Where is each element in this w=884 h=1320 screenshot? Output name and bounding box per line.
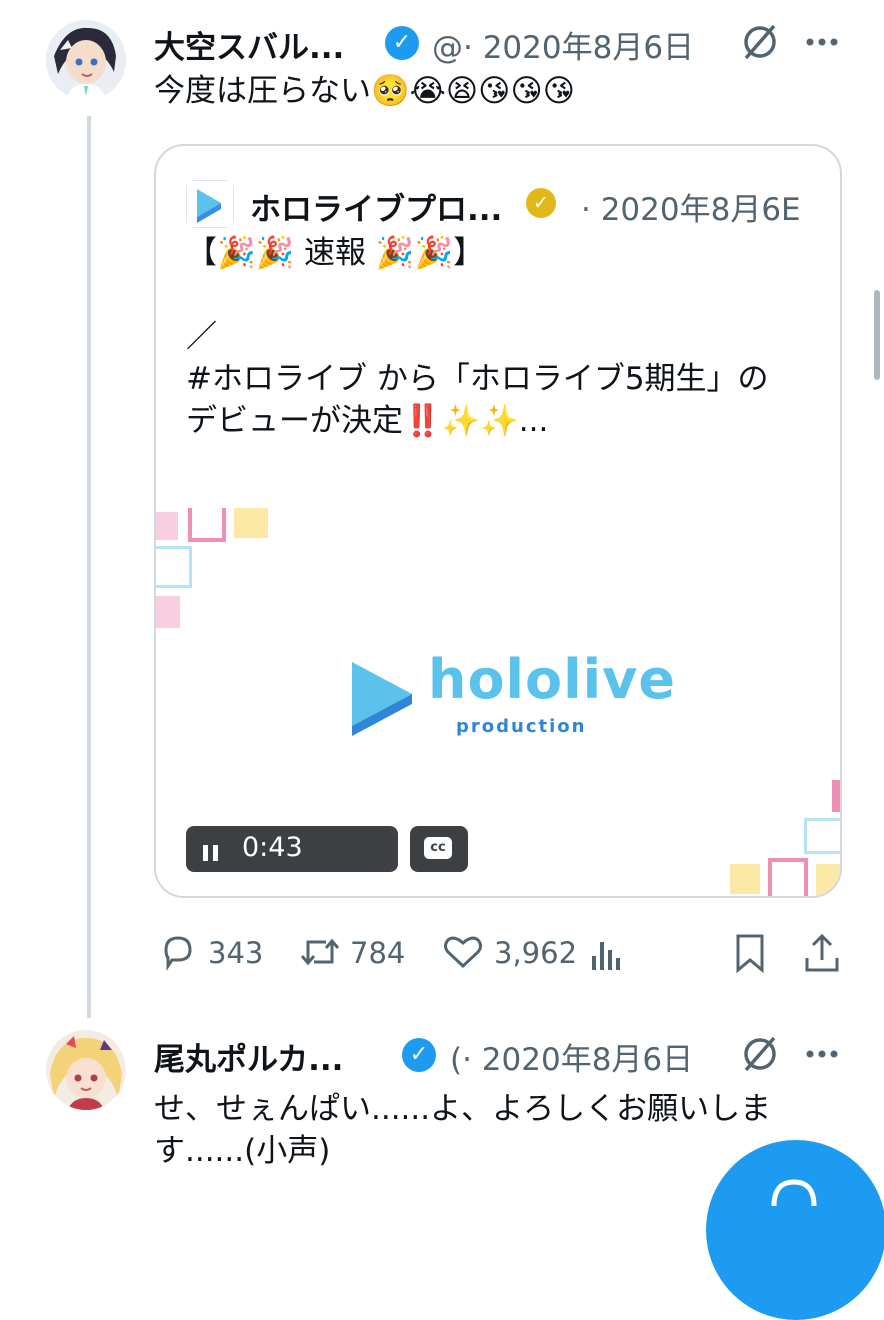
pause-icon[interactable] (202, 839, 220, 870)
tweet-text: 今度は圧らない🥺😭😫😘😘😘 (154, 73, 576, 109)
author-handle-date[interactable]: (· 2020年8月6日 (450, 1034, 693, 1079)
thread-connector-line (87, 116, 91, 1018)
bookmark-button[interactable] (732, 932, 768, 978)
views-button[interactable] (588, 936, 624, 976)
like-button[interactable] (442, 932, 484, 976)
avatar-subaru[interactable] (46, 20, 126, 100)
grok-icon[interactable] (740, 22, 780, 66)
quoted-author-name[interactable]: ホロライブプロ... (250, 184, 502, 229)
share-icon (805, 933, 839, 972)
more-options-icon[interactable] (802, 22, 842, 66)
tweet-text: せ、せぇんぱい......よ、よろしくお願いしま す......(小声) (154, 1091, 772, 1169)
captions-icon: cc (424, 837, 452, 859)
author-name[interactable]: 尾丸ポルカ... (154, 1034, 343, 1079)
more-options-icon[interactable] (802, 1034, 842, 1078)
compose-button[interactable] (706, 1140, 884, 1320)
verified-badge-icon: ✓ (385, 26, 419, 60)
quoted-tweet-text: 【🎉🎉 速報 🎉🎉】 ／ #ホロライブ から「ホロライブ5期生」の デビューが決… (186, 235, 769, 439)
author-name[interactable]: 大空スバル... (154, 22, 344, 67)
heart-icon (444, 936, 482, 969)
reply-icon (164, 936, 192, 971)
video-time: 0:43 (242, 832, 303, 863)
author-handle-date[interactable]: @· 2020年8月6日 (432, 22, 694, 67)
share-button[interactable] (802, 932, 842, 978)
hololive-logo-text: hololive (428, 648, 676, 711)
retweet-count: 784 (350, 936, 406, 970)
hololive-logo-subtext: production (456, 716, 587, 737)
hololive-logo-icon (346, 656, 422, 740)
retweet-icon (300, 938, 340, 966)
scrollbar[interactable] (874, 290, 880, 380)
reply-button[interactable] (158, 932, 198, 976)
verified-badge-icon: ✓ (402, 1038, 436, 1072)
reply-count: 343 (208, 936, 264, 970)
like-count: 3,962 (494, 936, 578, 970)
quoted-avatar-hololive[interactable] (186, 180, 234, 228)
video-playback-control[interactable]: 0:43 (186, 826, 398, 872)
grok-icon[interactable] (740, 1034, 780, 1078)
retweet-button[interactable] (298, 932, 342, 976)
avatar-polka[interactable] (46, 1030, 126, 1110)
views-chart-icon (592, 942, 620, 970)
compose-icon (771, 1179, 817, 1206)
bookmark-icon (736, 934, 764, 974)
quoted-date: · 2020年8月6E (581, 192, 801, 228)
verified-org-badge-icon: ✓ (526, 188, 556, 218)
captions-button[interactable]: cc (410, 826, 468, 872)
quoted-tweet-card[interactable]: ホロライブプロ... ✓ · 2020年8月6E 【🎉🎉 速報 🎉🎉】 ／ #ホ… (154, 144, 842, 898)
